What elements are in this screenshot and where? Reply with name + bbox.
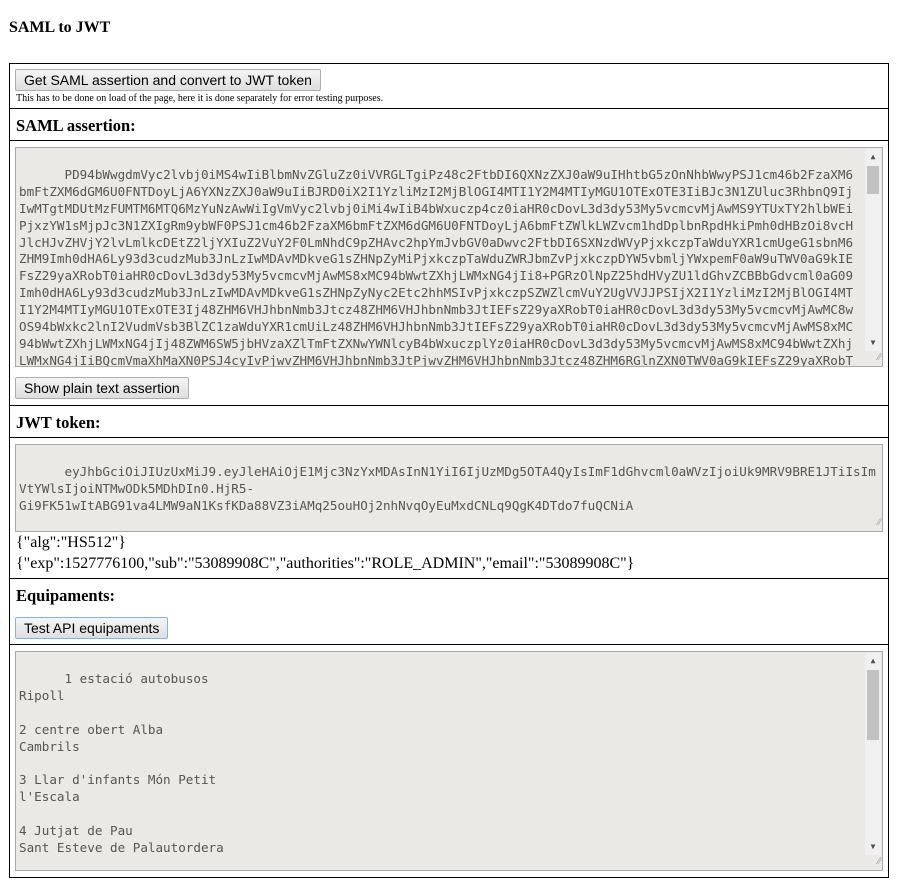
scroll-up-icon[interactable]: ▲ (865, 653, 881, 669)
main-table: Get SAML assertion and convert to JWT to… (9, 63, 889, 878)
jwt-header-json: {"alg":"HS512"} (16, 534, 126, 551)
equip-heading: Equipaments: (16, 586, 116, 605)
resize-grip-icon[interactable]: ⁄⁄ (867, 516, 881, 530)
scroll-down-icon[interactable]: ▼ (865, 839, 881, 855)
equip-row: 1 estació autobusos Ripoll 2 centre ober… (10, 645, 888, 877)
resize-grip-icon[interactable]: ⁄⁄ (867, 855, 881, 869)
equip-text: 1 estació autobusos Ripoll 2 centre ober… (19, 670, 224, 855)
saml-scrollbar[interactable]: ▲ ▼ (865, 149, 881, 351)
jwt-heading-row: JWT token: (10, 406, 888, 438)
jwt-textarea[interactable]: eyJhbGciOiJIUzUxMiJ9.eyJleHAiOjE1Mjc3NzY… (15, 444, 883, 532)
saml-heading-row: SAML assertion: (10, 109, 888, 141)
saml-row: PD94bWwgdmVyc2lvbj0iMS4wIiBlbmNvZGluZz0i… (10, 141, 888, 406)
scroll-up-icon[interactable]: ▲ (865, 149, 881, 165)
jwt-row: eyJhbGciOiJIUzUxMiJ9.eyJleHAiOjE1Mjc3NzY… (10, 438, 888, 579)
show-plain-button[interactable]: Show plain text assertion (15, 377, 189, 399)
get-row: Get SAML assertion and convert to JWT to… (10, 64, 888, 109)
jwt-text: eyJhbGciOiJIUzUxMiJ9.eyJleHAiOjE1Mjc3NzY… (19, 463, 876, 513)
get-note: This has to be done on load of the page,… (16, 93, 384, 104)
page-title: SAML to JWT (9, 19, 111, 36)
scroll-thumb[interactable] (867, 670, 879, 740)
test-api-button[interactable]: Test API equipaments (15, 617, 169, 639)
equip-heading-row: Equipaments: Test API equipaments (10, 579, 888, 645)
jwt-payload-json: {"exp":1527776100,"sub":"53089908C","aut… (16, 555, 635, 572)
equip-scrollbar[interactable]: ▲ ▼ (865, 653, 881, 855)
equip-textarea[interactable]: 1 estació autobusos Ripoll 2 centre ober… (15, 651, 883, 871)
saml-heading: SAML assertion: (16, 116, 136, 135)
jwt-heading: JWT token: (16, 413, 101, 432)
saml-textarea[interactable]: PD94bWwgdmVyc2lvbj0iMS4wIiBlbmNvZGluZz0i… (15, 147, 883, 367)
scroll-down-icon[interactable]: ▼ (865, 335, 881, 351)
saml-text: PD94bWwgdmVyc2lvbj0iMS4wIiBlbmNvZGluZz0i… (19, 166, 854, 367)
get-saml-button[interactable]: Get SAML assertion and convert to JWT to… (15, 69, 321, 91)
resize-grip-icon[interactable]: ⁄⁄ (867, 351, 881, 365)
scroll-thumb[interactable] (867, 166, 879, 194)
